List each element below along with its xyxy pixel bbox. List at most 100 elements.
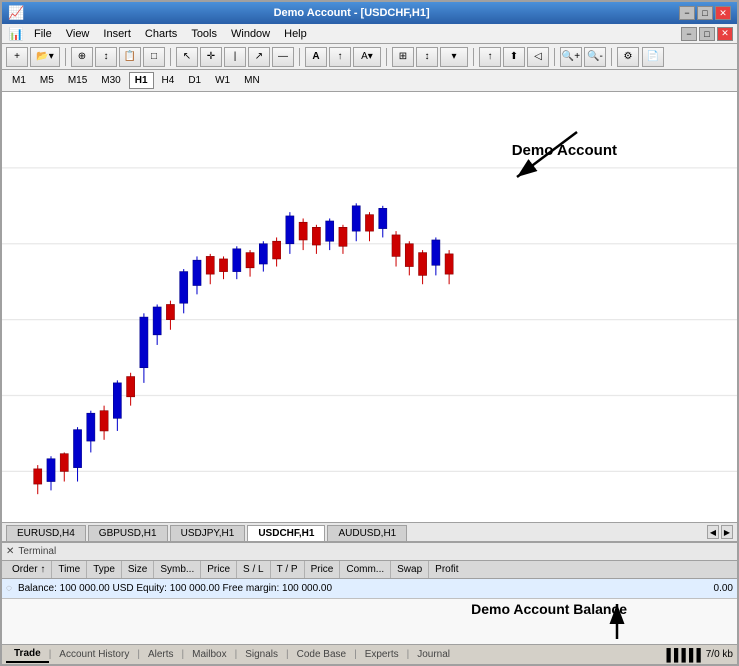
- outer-minimize-button[interactable]: −: [681, 27, 697, 41]
- sep-5: [473, 48, 474, 66]
- tab-experts[interactable]: Experts: [357, 647, 407, 662]
- col-sl[interactable]: S / L: [237, 561, 271, 578]
- properties-button[interactable]: ⚙: [617, 47, 639, 67]
- tf-h4[interactable]: H4: [156, 72, 181, 89]
- tab-trade[interactable]: Trade: [6, 646, 49, 663]
- col-swap[interactable]: Swap: [391, 561, 429, 578]
- new-chart-button[interactable]: +: [6, 47, 28, 67]
- text-button[interactable]: A: [305, 47, 327, 67]
- sep-3: [299, 48, 300, 66]
- col-tp[interactable]: T / P: [271, 561, 305, 578]
- zoom-out-button[interactable]: ↕: [416, 47, 438, 67]
- tf-m30[interactable]: M30: [95, 72, 126, 89]
- tab-usdchf-h1[interactable]: USDCHF,H1: [247, 525, 325, 541]
- toolbar-btn-2[interactable]: ⊕: [71, 47, 93, 67]
- col-price[interactable]: Price: [201, 561, 237, 578]
- col-order[interactable]: Order ↑: [6, 561, 52, 578]
- terminal-columns: Order ↑ Time Type Size Symb... Price S /…: [2, 561, 737, 579]
- toolbar-group-7: 🔍+ 🔍-: [560, 47, 606, 67]
- toolbar-dropdown-2[interactable]: ▾: [440, 47, 468, 67]
- terminal-content-area: Demo Account Balance: [2, 599, 737, 644]
- trend-button[interactable]: ↗: [248, 47, 270, 67]
- crosshair-button[interactable]: ✛: [200, 47, 222, 67]
- arrow-button[interactable]: ↑: [329, 47, 351, 67]
- col-price2[interactable]: Price: [305, 561, 341, 578]
- tf-d1[interactable]: D1: [182, 72, 207, 89]
- app-menu-icon: 📊: [6, 25, 26, 43]
- menu-tools[interactable]: Tools: [185, 26, 223, 42]
- tab-account-history[interactable]: Account History: [51, 647, 137, 662]
- tf-mn[interactable]: MN: [238, 72, 266, 89]
- tab-code-base[interactable]: Code Base: [289, 647, 354, 662]
- menu-insert[interactable]: Insert: [97, 26, 137, 42]
- toolbar-btn-4[interactable]: 📋: [119, 47, 141, 67]
- main-window: 📈 Demo Account - [USDCHF,H1] − □ ✕ 📊 Fil…: [0, 0, 739, 666]
- toolbar-dropdown-1[interactable]: A▾: [353, 47, 381, 67]
- window-title: Demo Account - [USDCHF,H1]: [24, 7, 679, 19]
- title-bar-buttons: − □ ✕: [679, 6, 731, 20]
- tf-w1[interactable]: W1: [209, 72, 236, 89]
- tab-signals[interactable]: Signals: [237, 647, 286, 662]
- minimize-button[interactable]: −: [679, 6, 695, 20]
- tf-m5[interactable]: M5: [34, 72, 60, 89]
- tab-journal[interactable]: Journal: [409, 647, 458, 662]
- menu-view[interactable]: View: [60, 26, 96, 42]
- candlestick-chart: [2, 92, 737, 522]
- hline-button[interactable]: —: [272, 47, 294, 67]
- zoom-mag-in[interactable]: 🔍+: [560, 47, 582, 67]
- col-time[interactable]: Time: [52, 561, 87, 578]
- line-button[interactable]: |: [224, 47, 246, 67]
- terminal-label: Terminal: [18, 546, 56, 557]
- maximize-button[interactable]: □: [697, 6, 713, 20]
- tf-m1[interactable]: M1: [6, 72, 32, 89]
- toolbar-group-4: A ↑ A▾: [305, 47, 381, 67]
- menu-help[interactable]: Help: [278, 26, 313, 42]
- chart-tab-arrows: ◀ ▶: [707, 525, 733, 541]
- menu-charts[interactable]: Charts: [139, 26, 183, 42]
- chart-area: Demo Account: [2, 92, 737, 522]
- col-comm[interactable]: Comm...: [340, 561, 391, 578]
- balance-text: Balance: 100 000.00 USD Equity: 100 000.…: [18, 583, 332, 594]
- terminal-header: ✕ Terminal: [2, 543, 737, 561]
- menu-bar: 📊 File View Insert Charts Tools Window H…: [2, 24, 737, 44]
- sep-6: [554, 48, 555, 66]
- outer-restore-button[interactable]: □: [699, 27, 715, 41]
- outer-close-button[interactable]: ✕: [717, 27, 733, 41]
- bars-icon: ▐▐▐▐▐: [662, 648, 700, 662]
- demo-account-annotation: Demo Account: [512, 142, 617, 159]
- tab-usdjpy-h1[interactable]: USDJPY,H1: [170, 525, 246, 541]
- chart-down-button[interactable]: ⬆: [503, 47, 525, 67]
- tab-scroll-right[interactable]: ▶: [721, 525, 733, 539]
- col-type[interactable]: Type: [87, 561, 122, 578]
- toolbar-group-5: ⊞ ↕ ▾: [392, 47, 468, 67]
- template-button[interactable]: 📄: [642, 47, 664, 67]
- tf-m15[interactable]: M15: [62, 72, 93, 89]
- tf-h1[interactable]: H1: [129, 72, 154, 89]
- sep-1: [65, 48, 66, 66]
- title-bar: 📈 Demo Account - [USDCHF,H1] − □ ✕: [2, 2, 737, 24]
- col-symb[interactable]: Symb...: [154, 561, 201, 578]
- zoom-in-button[interactable]: ⊞: [392, 47, 414, 67]
- open-button[interactable]: 📂▾: [30, 47, 60, 67]
- tab-scroll-left[interactable]: ◀: [707, 525, 719, 539]
- tab-gbpusd-h1[interactable]: GBPUSD,H1: [88, 525, 168, 541]
- menu-window[interactable]: Window: [225, 26, 276, 42]
- tab-eurusd-h4[interactable]: EURUSD,H4: [6, 525, 86, 541]
- balance-row: ◌ Balance: 100 000.00 USD Equity: 100 00…: [2, 579, 737, 599]
- zoom-mag-out[interactable]: 🔍-: [584, 47, 606, 67]
- terminal-tabs: Trade | Account History | Alerts | Mailb…: [6, 646, 458, 663]
- menu-file[interactable]: File: [28, 26, 58, 42]
- close-button[interactable]: ✕: [715, 6, 731, 20]
- tab-alerts[interactable]: Alerts: [140, 647, 182, 662]
- sep-2: [170, 48, 171, 66]
- terminal-close-button[interactable]: ✕: [6, 546, 14, 557]
- toolbar-btn-5[interactable]: □: [143, 47, 165, 67]
- chart-up-button[interactable]: ↑: [479, 47, 501, 67]
- tab-audusd-h1[interactable]: AUDUSD,H1: [327, 525, 407, 541]
- chart-left-button[interactable]: ◁: [527, 47, 549, 67]
- col-size[interactable]: Size: [122, 561, 154, 578]
- toolbar-btn-3[interactable]: ↕: [95, 47, 117, 67]
- cursor-button[interactable]: ↖: [176, 47, 198, 67]
- col-profit[interactable]: Profit: [429, 561, 464, 578]
- tab-mailbox[interactable]: Mailbox: [184, 647, 234, 662]
